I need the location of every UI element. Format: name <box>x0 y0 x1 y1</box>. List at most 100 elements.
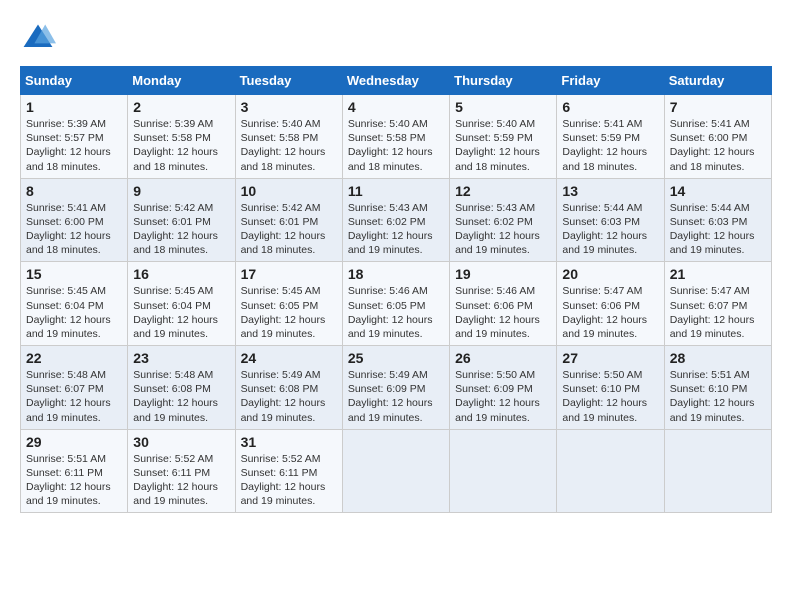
day-info: Sunrise: 5:51 AM Sunset: 6:10 PM Dayligh… <box>670 368 766 425</box>
day-info: Sunrise: 5:44 AM Sunset: 6:03 PM Dayligh… <box>562 201 658 258</box>
day-info: Sunrise: 5:43 AM Sunset: 6:02 PM Dayligh… <box>348 201 444 258</box>
day-cell: 13 Sunrise: 5:44 AM Sunset: 6:03 PM Dayli… <box>557 178 664 262</box>
day-cell <box>557 429 664 513</box>
day-cell: 3Sunrise: 5:40 AM Sunset: 5:58 PM Daylig… <box>235 95 342 179</box>
day-cell: 8 Sunrise: 5:41 AM Sunset: 6:00 PM Daylig… <box>21 178 128 262</box>
day-cell: 6 Sunrise: 5:41 AM Sunset: 5:59 PM Daylig… <box>557 95 664 179</box>
header-cell-wednesday: Wednesday <box>342 67 449 95</box>
day-cell: 27 Sunrise: 5:50 AM Sunset: 6:10 PM Dayli… <box>557 346 664 430</box>
day-info: Sunrise: 5:41 AM Sunset: 5:59 PM Dayligh… <box>562 117 658 174</box>
day-info: Sunrise: 5:48 AM Sunset: 6:08 PM Dayligh… <box>133 368 229 425</box>
day-number: 20 <box>562 266 658 282</box>
day-number: 25 <box>348 350 444 366</box>
header-cell-sunday: Sunday <box>21 67 128 95</box>
day-number: 13 <box>562 183 658 199</box>
day-info: Sunrise: 5:42 AM Sunset: 6:01 PM Dayligh… <box>241 201 337 258</box>
day-number: 17 <box>241 266 337 282</box>
day-cell: 5 Sunrise: 5:40 AM Sunset: 5:59 PM Daylig… <box>450 95 557 179</box>
day-info: Sunrise: 5:44 AM Sunset: 6:03 PM Dayligh… <box>670 201 766 258</box>
header-cell-monday: Monday <box>128 67 235 95</box>
week-row-1: 1 Sunrise: 5:39 AM Sunset: 5:57 PM Daylig… <box>21 95 772 179</box>
day-cell: 17 Sunrise: 5:45 AM Sunset: 6:05 PM Dayli… <box>235 262 342 346</box>
day-number: 31 <box>241 434 337 450</box>
day-number: 29 <box>26 434 122 450</box>
day-number: 11 <box>348 183 444 199</box>
day-cell: 21 Sunrise: 5:47 AM Sunset: 6:07 PM Dayli… <box>664 262 771 346</box>
day-cell: 10 Sunrise: 5:42 AM Sunset: 6:01 PM Dayli… <box>235 178 342 262</box>
day-cell: 11 Sunrise: 5:43 AM Sunset: 6:02 PM Dayli… <box>342 178 449 262</box>
day-number: 4 <box>348 99 444 115</box>
logo-icon <box>20 20 56 56</box>
day-cell: 28 Sunrise: 5:51 AM Sunset: 6:10 PM Dayli… <box>664 346 771 430</box>
day-info: Sunrise: 5:50 AM Sunset: 6:10 PM Dayligh… <box>562 368 658 425</box>
day-info: Sunrise: 5:47 AM Sunset: 6:06 PM Dayligh… <box>562 284 658 341</box>
day-cell: 1 Sunrise: 5:39 AM Sunset: 5:57 PM Daylig… <box>21 95 128 179</box>
day-info: Sunrise: 5:39 AM Sunset: 5:57 PM Dayligh… <box>26 117 122 174</box>
day-number: 21 <box>670 266 766 282</box>
day-info: Sunrise: 5:40 AM Sunset: 5:59 PM Dayligh… <box>455 117 551 174</box>
header-cell-tuesday: Tuesday <box>235 67 342 95</box>
day-info: Sunrise: 5:43 AM Sunset: 6:02 PM Dayligh… <box>455 201 551 258</box>
day-info: Sunrise: 5:50 AM Sunset: 6:09 PM Dayligh… <box>455 368 551 425</box>
day-cell: 22Sunrise: 5:48 AM Sunset: 6:07 PM Dayli… <box>21 346 128 430</box>
day-number: 3 <box>241 99 337 115</box>
day-cell <box>664 429 771 513</box>
day-cell: 19Sunrise: 5:46 AM Sunset: 6:06 PM Dayli… <box>450 262 557 346</box>
day-cell: 20 Sunrise: 5:47 AM Sunset: 6:06 PM Dayli… <box>557 262 664 346</box>
day-cell: 31 Sunrise: 5:52 AM Sunset: 6:11 PM Dayli… <box>235 429 342 513</box>
page-header <box>20 20 772 56</box>
day-info: Sunrise: 5:41 AM Sunset: 6:00 PM Dayligh… <box>26 201 122 258</box>
logo <box>20 20 60 56</box>
day-cell: 30Sunrise: 5:52 AM Sunset: 6:11 PM Dayli… <box>128 429 235 513</box>
day-cell: 12 Sunrise: 5:43 AM Sunset: 6:02 PM Dayli… <box>450 178 557 262</box>
day-info: Sunrise: 5:49 AM Sunset: 6:09 PM Dayligh… <box>348 368 444 425</box>
day-number: 27 <box>562 350 658 366</box>
day-number: 2 <box>133 99 229 115</box>
day-info: Sunrise: 5:39 AM Sunset: 5:58 PM Dayligh… <box>133 117 229 174</box>
calendar-table: SundayMondayTuesdayWednesdayThursdayFrid… <box>20 66 772 513</box>
day-cell: 18 Sunrise: 5:46 AM Sunset: 6:05 PM Dayli… <box>342 262 449 346</box>
day-info: Sunrise: 5:52 AM Sunset: 6:11 PM Dayligh… <box>133 452 229 509</box>
day-number: 16 <box>133 266 229 282</box>
day-cell: 26 Sunrise: 5:50 AM Sunset: 6:09 PM Dayli… <box>450 346 557 430</box>
day-info: Sunrise: 5:45 AM Sunset: 6:04 PM Dayligh… <box>26 284 122 341</box>
day-number: 10 <box>241 183 337 199</box>
calendar-header: SundayMondayTuesdayWednesdayThursdayFrid… <box>21 67 772 95</box>
day-info: Sunrise: 5:47 AM Sunset: 6:07 PM Dayligh… <box>670 284 766 341</box>
day-cell: 25 Sunrise: 5:49 AM Sunset: 6:09 PM Dayli… <box>342 346 449 430</box>
day-number: 9 <box>133 183 229 199</box>
day-info: Sunrise: 5:52 AM Sunset: 6:11 PM Dayligh… <box>241 452 337 509</box>
day-info: Sunrise: 5:46 AM Sunset: 6:05 PM Dayligh… <box>348 284 444 341</box>
header-cell-thursday: Thursday <box>450 67 557 95</box>
day-info: Sunrise: 5:49 AM Sunset: 6:08 PM Dayligh… <box>241 368 337 425</box>
header-cell-friday: Friday <box>557 67 664 95</box>
week-row-4: 22Sunrise: 5:48 AM Sunset: 6:07 PM Dayli… <box>21 346 772 430</box>
calendar-body: 1 Sunrise: 5:39 AM Sunset: 5:57 PM Daylig… <box>21 95 772 513</box>
day-info: Sunrise: 5:45 AM Sunset: 6:05 PM Dayligh… <box>241 284 337 341</box>
day-number: 14 <box>670 183 766 199</box>
day-info: Sunrise: 5:51 AM Sunset: 6:11 PM Dayligh… <box>26 452 122 509</box>
day-number: 15 <box>26 266 122 282</box>
day-number: 8 <box>26 183 122 199</box>
day-number: 19 <box>455 266 551 282</box>
day-number: 6 <box>562 99 658 115</box>
week-row-2: 8 Sunrise: 5:41 AM Sunset: 6:00 PM Daylig… <box>21 178 772 262</box>
day-cell: 29 Sunrise: 5:51 AM Sunset: 6:11 PM Dayli… <box>21 429 128 513</box>
day-number: 1 <box>26 99 122 115</box>
header-cell-saturday: Saturday <box>664 67 771 95</box>
week-row-5: 29 Sunrise: 5:51 AM Sunset: 6:11 PM Dayli… <box>21 429 772 513</box>
header-row: SundayMondayTuesdayWednesdayThursdayFrid… <box>21 67 772 95</box>
day-cell <box>450 429 557 513</box>
day-cell: 24Sunrise: 5:49 AM Sunset: 6:08 PM Dayli… <box>235 346 342 430</box>
day-number: 7 <box>670 99 766 115</box>
day-cell: 14 Sunrise: 5:44 AM Sunset: 6:03 PM Dayli… <box>664 178 771 262</box>
day-number: 28 <box>670 350 766 366</box>
day-cell: 4Sunrise: 5:40 AM Sunset: 5:58 PM Daylig… <box>342 95 449 179</box>
day-number: 23 <box>133 350 229 366</box>
day-number: 12 <box>455 183 551 199</box>
day-cell: 2 Sunrise: 5:39 AM Sunset: 5:58 PM Daylig… <box>128 95 235 179</box>
day-number: 26 <box>455 350 551 366</box>
day-number: 18 <box>348 266 444 282</box>
day-number: 5 <box>455 99 551 115</box>
day-info: Sunrise: 5:48 AM Sunset: 6:07 PM Dayligh… <box>26 368 122 425</box>
